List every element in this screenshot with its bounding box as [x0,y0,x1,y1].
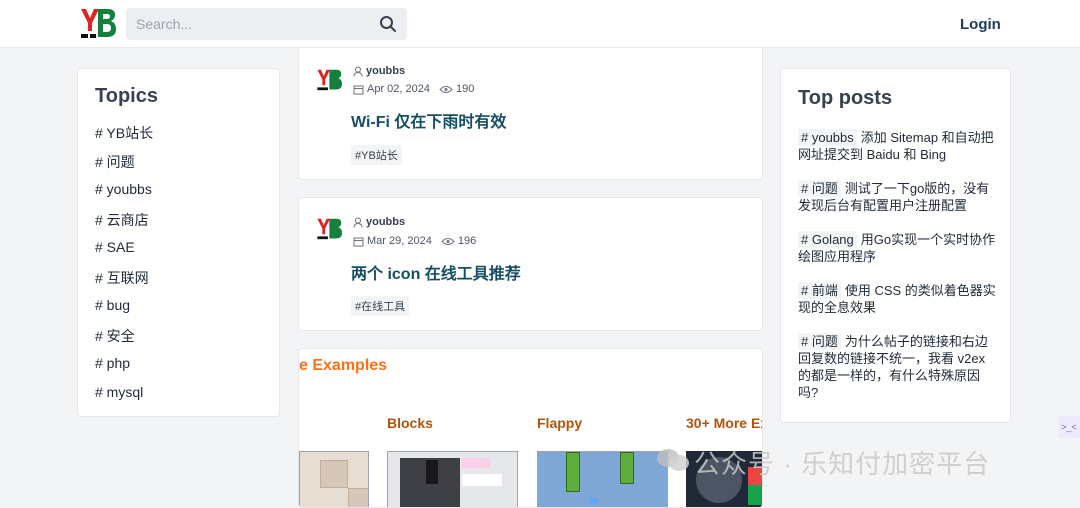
top-post-item[interactable]: # 问题 测试了一下go版的，没有发现后台有配置用户注册配置 [798,180,998,214]
post-views: 196 [457,235,477,247]
post-tag[interactable]: #在线工具 [351,296,410,316]
search-box [126,8,407,40]
side-feedback-tab[interactable]: >_< [1058,416,1080,438]
post-author[interactable]: youbbs [353,216,405,228]
post-date: Mar 29, 2024 [367,235,432,247]
example-label-more[interactable]: 30+ More Ex [686,415,762,431]
post-card: youbbs Apr 02, 2024 190 Wi-Fi 仅在下雨时有效 #Y… [298,48,763,180]
top-navbar: Login [0,0,1080,48]
post-card: youbbs Mar 29, 2024 196 两个 icon 在线工具推荐 #… [298,197,763,331]
topic-link[interactable]: # 互联网 [95,268,149,288]
site-logo[interactable] [79,7,116,40]
calendar-icon [353,237,364,246]
post-date: Apr 02, 2024 [367,83,430,95]
top-post-item[interactable]: # Golang 用Go实现一个实时协作绘图应用程序 [798,231,998,265]
examples-card: e Examples Blocks Flappy 30+ More Ex [298,348,763,508]
top-post-item[interactable]: # 问题 为什么帖子的链接和右边回复数的链接不统一，我看 v2ex 的都是一样的，… [798,333,998,401]
top-post-tag[interactable]: # 问题 [798,180,841,197]
topics-panel: Topics # YB站长 # 问题 # youbbs # 云商店 # SAE … [77,68,280,417]
topics-title: Topics [95,85,158,107]
topic-link[interactable]: # YB站长 [95,123,153,143]
post-meta: Mar 29, 2024 196 [353,235,476,247]
example-thumbnail[interactable] [537,451,668,507]
example-thumbnail[interactable] [299,451,369,507]
top-post-tag[interactable]: # 问题 [798,333,841,350]
author-name: youbbs [366,65,406,77]
post-tag[interactable]: #YB站长 [351,145,402,165]
example-label-blocks[interactable]: Blocks [387,415,433,431]
author-name: youbbs [366,216,406,228]
example-label-flappy[interactable]: Flappy [537,415,582,431]
calendar-icon [353,85,364,94]
eye-icon [439,85,453,93]
watermark-text: 公众号 · 乐知付加密平台 [694,449,991,479]
topic-link[interactable]: # mysql [95,384,143,400]
wechat-icon [657,449,689,471]
top-posts-panel: Top posts # youbbs 添加 Sitemap 和自动把网址提交到 B… [780,68,1011,423]
topic-link[interactable]: # 云商店 [95,210,149,230]
post-views: 190 [456,83,475,95]
top-post-item[interactable]: # 前端 使用 CSS 的类似着色器实现的全息效果 [798,282,998,316]
top-post-tag[interactable]: # 前端 [798,282,841,299]
post-author[interactable]: youbbs [353,65,405,77]
examples-title: e Examples [299,357,388,374]
post-title[interactable]: Wi-Fi 仅在下雨时有效 [351,108,506,132]
eye-icon [441,237,455,245]
topic-link[interactable]: # youbbs [95,181,152,197]
user-icon [353,66,363,77]
login-link[interactable]: Login [960,16,1001,33]
post-title[interactable]: 两个 icon 在线工具推荐 [351,260,521,284]
user-icon [353,217,363,228]
top-posts-title: Top posts [798,87,893,109]
post-meta: Apr 02, 2024 190 [353,83,474,95]
topic-link[interactable]: # SAE [95,239,135,255]
search-icon[interactable] [379,15,397,33]
topic-link[interactable]: # 问题 [95,152,135,172]
top-post-item[interactable]: # youbbs 添加 Sitemap 和自动把网址提交到 Baidu 和 Bin… [798,129,998,163]
topic-link[interactable]: # php [95,355,130,371]
top-post-tag[interactable]: # Golang [798,231,857,248]
example-thumbnail[interactable] [387,451,518,507]
author-avatar[interactable] [316,68,342,92]
search-input[interactable] [126,8,366,40]
author-avatar[interactable] [316,217,342,241]
top-post-tag[interactable]: # youbbs [798,129,857,146]
topic-link[interactable]: # 安全 [95,326,135,346]
topic-link[interactable]: # bug [95,297,130,313]
